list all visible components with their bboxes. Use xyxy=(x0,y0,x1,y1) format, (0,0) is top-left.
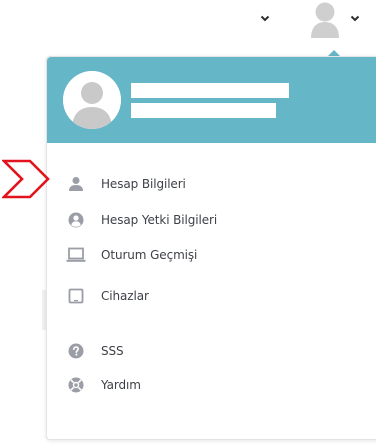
menu-item-hesap-yetki-bilgileri[interactable]: Hesap Yetki Bilgileri xyxy=(65,207,365,233)
menu-item-label: Cihazlar xyxy=(101,289,149,303)
menu-item-oturum-gecmisi[interactable]: Oturum Geçmişi xyxy=(65,242,365,268)
chevron-down-icon[interactable] xyxy=(258,11,272,25)
profile-avatar xyxy=(63,71,121,129)
menu-item-label: Oturum Geçmişi xyxy=(101,248,198,262)
menu-item-yardim[interactable]: Yardım xyxy=(65,372,365,398)
chevron-down-icon[interactable] xyxy=(348,11,362,25)
menu-item-label: Hesap Yetki Bilgileri xyxy=(101,213,218,227)
menu-item-hesap-bilgileri[interactable]: Hesap Bilgileri xyxy=(65,171,365,197)
profile-name-redacted xyxy=(131,83,289,98)
user-avatar-icon[interactable] xyxy=(308,0,342,38)
account-dropdown: Hesap Bilgileri Hesap Yetki Bilgileri Ot… xyxy=(46,56,376,440)
menu-item-cihazlar[interactable]: Cihazlar xyxy=(65,283,365,309)
user-circle-icon xyxy=(65,209,87,231)
menu-item-sss[interactable]: SSS xyxy=(65,338,365,364)
lifebuoy-icon xyxy=(65,374,87,396)
menu-item-label: Hesap Bilgileri xyxy=(101,177,186,191)
profile-header xyxy=(47,57,376,143)
user-icon xyxy=(65,173,87,195)
highlight-arrow xyxy=(2,159,50,199)
menu-item-label: Yardım xyxy=(101,378,141,392)
top-bar xyxy=(0,0,376,44)
tablet-icon xyxy=(65,285,87,307)
question-circle-icon xyxy=(65,340,87,362)
profile-email-redacted xyxy=(131,103,276,118)
menu-item-label: SSS xyxy=(101,344,124,358)
laptop-icon xyxy=(65,244,87,266)
